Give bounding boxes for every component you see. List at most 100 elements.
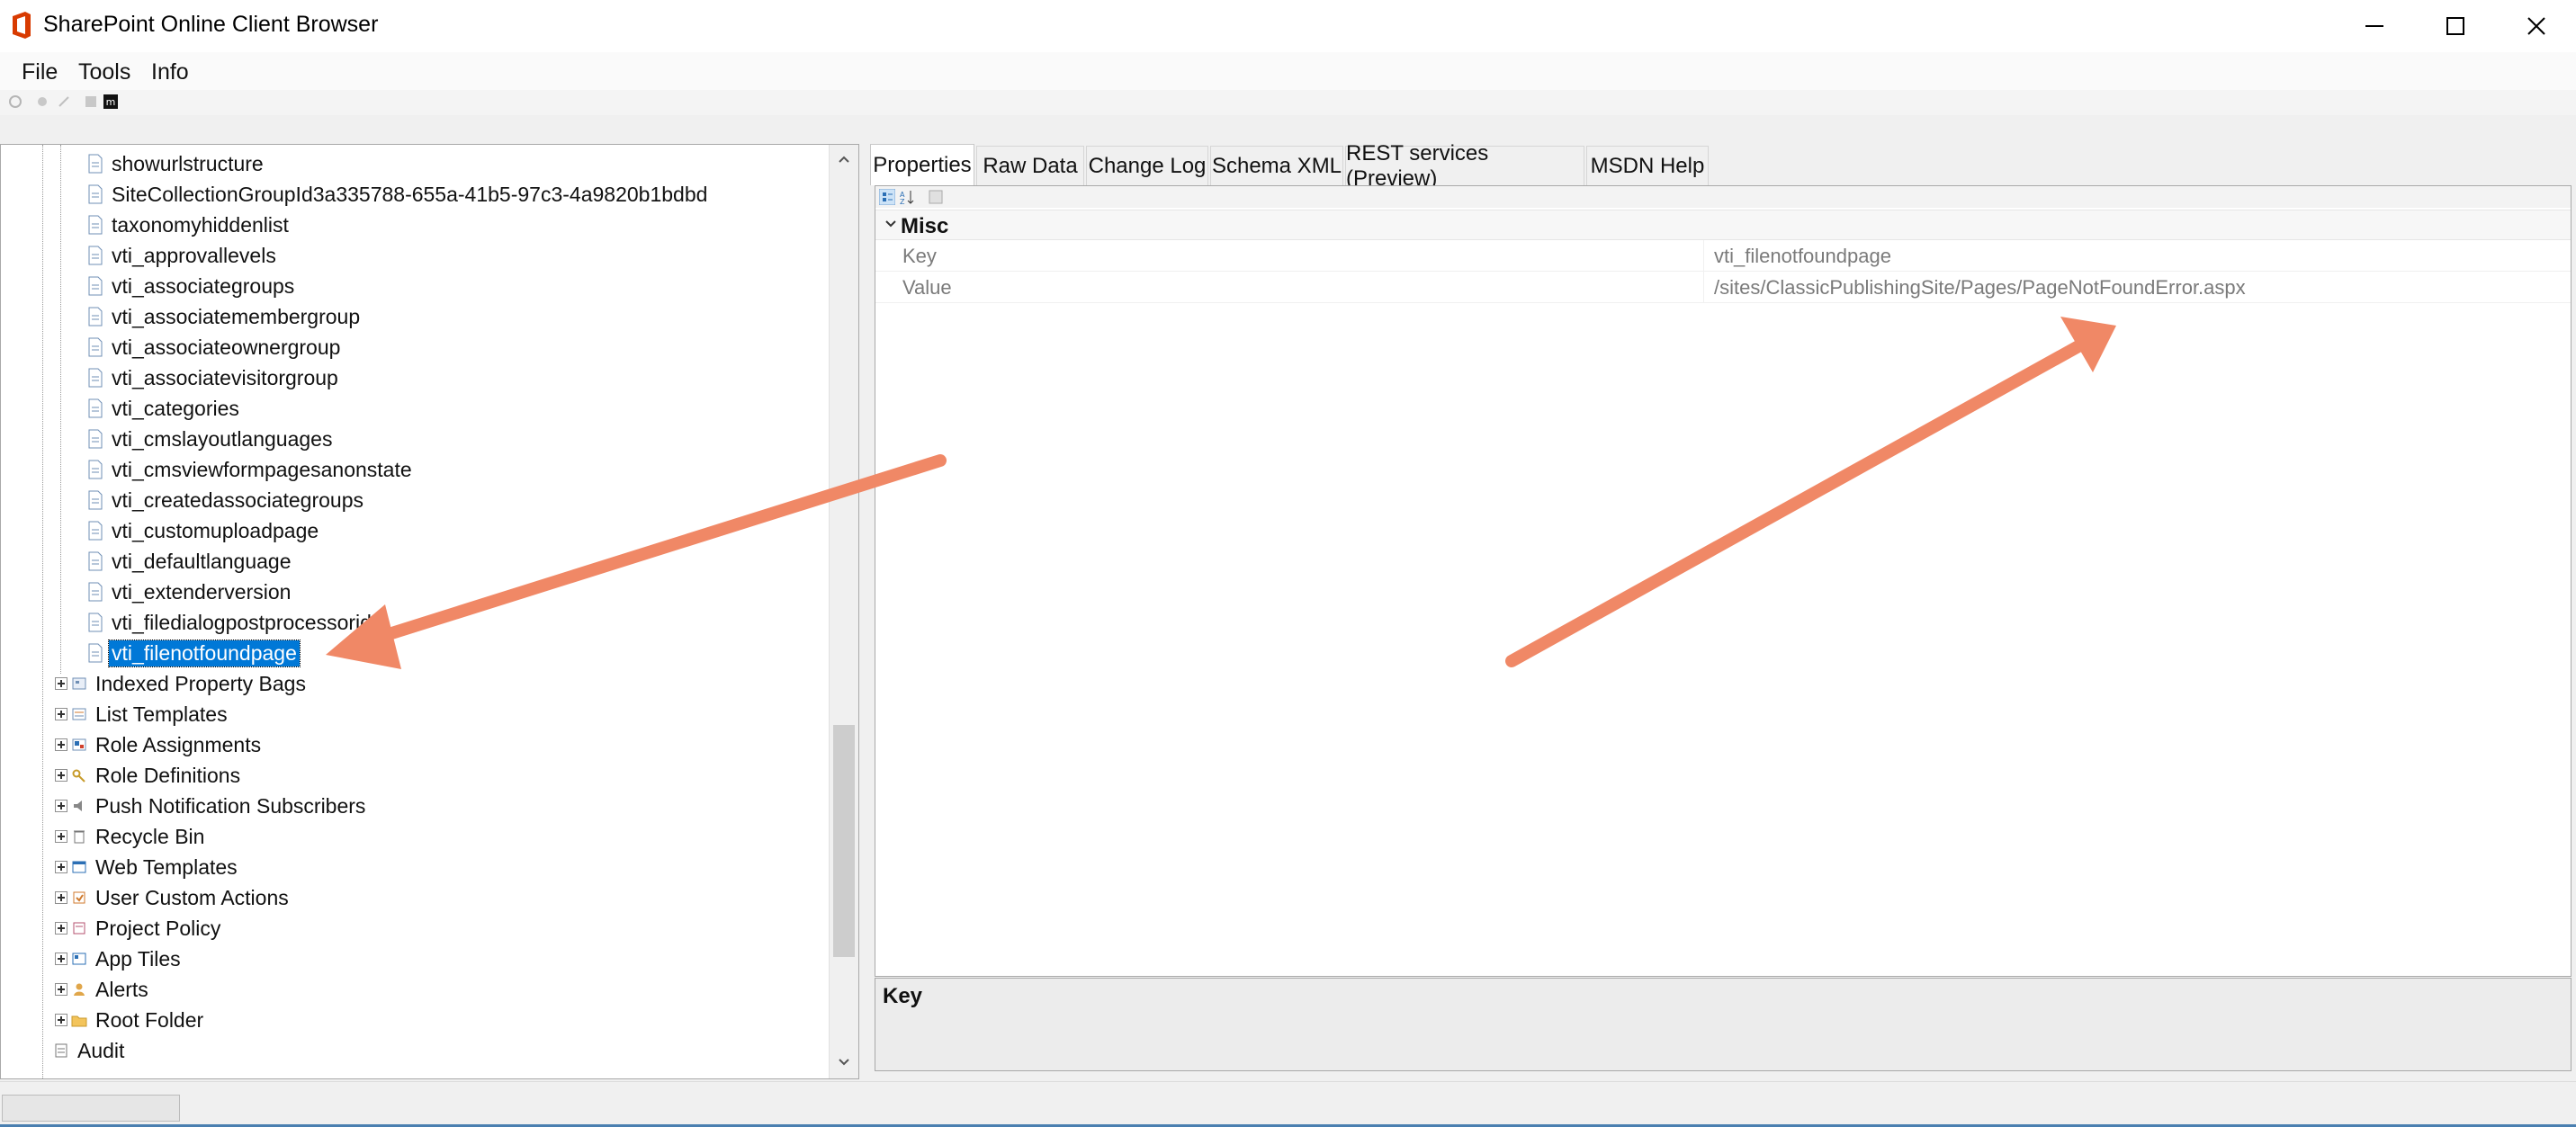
tree-node-push-notification-subscribers[interactable]: Push Notification Subscribers (55, 791, 368, 821)
tab-schema-xml[interactable]: Schema XML (1210, 146, 1343, 185)
tree-node-list-templates[interactable]: List Templates (55, 699, 230, 729)
tree-item-label: vti_cmslayoutlanguages (112, 426, 333, 451)
expand-icon[interactable] (55, 922, 67, 935)
toolbar: m (0, 90, 2576, 115)
office-logo-icon (13, 12, 31, 39)
expand-icon[interactable] (55, 861, 67, 873)
tree-node-alerts[interactable]: Alerts (55, 974, 151, 1005)
expand-icon[interactable] (55, 800, 67, 812)
link-icon[interactable] (56, 94, 72, 110)
tree-node-project-policy[interactable]: Project Policy (55, 913, 223, 944)
svg-text:m: m (106, 96, 116, 108)
tree-item[interactable]: vti_extenderversion (87, 577, 293, 607)
recycle-bin-icon (74, 830, 85, 844)
disconnect-icon[interactable] (34, 94, 50, 110)
key-icon (72, 769, 85, 783)
progress-bar (2, 1095, 180, 1122)
tree-item[interactable]: vti_associategroups (87, 271, 297, 301)
tab-properties[interactable]: Properties (870, 144, 974, 185)
tree-item-label: Indexed Property Bags (95, 671, 306, 695)
categorized-icon[interactable] (879, 189, 895, 205)
refresh-icon[interactable] (7, 94, 23, 110)
tree-item[interactable]: vti_associatemembergroup (87, 301, 363, 332)
tree-item[interactable]: vti_createdassociategroups (87, 485, 366, 515)
tree-item-label: vti_approvallevels (112, 243, 276, 267)
property-icon (88, 460, 103, 479)
tree-node-web-templates[interactable]: Web Templates (55, 852, 240, 882)
tree-item[interactable]: vti_cmsviewformpagesanonstate (87, 454, 415, 485)
property-row-value[interactable]: Value /sites/ClassicPublishingSite/Pages… (875, 272, 2571, 303)
scroll-up-icon[interactable] (837, 152, 851, 166)
tree-item[interactable]: SiteCollectionGroupId3a335788-655a-41b5-… (87, 179, 710, 210)
property-icon (88, 643, 103, 663)
tree-node-app-tiles[interactable]: App Tiles (55, 944, 184, 974)
tree-node-indexed-property-bags[interactable]: Indexed Property Bags (55, 668, 309, 699)
tab-raw-data[interactable]: Raw Data (976, 146, 1084, 185)
tree-item[interactable]: vti_cmslayoutlanguages (87, 424, 335, 454)
tree-item-selected[interactable]: vti_filenotfoundpage (87, 638, 301, 668)
tree-node-recycle-bin[interactable]: Recycle Bin (55, 821, 207, 852)
tree-item[interactable]: vti_defaultlanguage (87, 546, 294, 577)
tree-item-label: vti_filedialogpostprocessorid (112, 610, 372, 634)
tree-node-role-assignments[interactable]: Role Assignments (55, 729, 264, 760)
property-value[interactable]: /sites/ClassicPublishingSite/Pages/PageN… (1714, 276, 2246, 300)
property-row-key[interactable]: Key vti_filenotfoundpage (875, 240, 2571, 272)
tree-item-label: vti_categories (112, 396, 239, 420)
tree-view[interactable]: showurlstructure SiteCollectionGroupId3a… (0, 144, 859, 1079)
export-icon[interactable] (83, 94, 99, 110)
tree-node-root-folder[interactable]: Root Folder (55, 1005, 206, 1035)
tree-item[interactable]: taxonomyhiddenlist (87, 210, 292, 240)
expand-icon[interactable] (55, 953, 67, 965)
menu-tools[interactable]: Tools (78, 59, 130, 85)
tree-node-user-custom-actions[interactable]: User Custom Actions (55, 882, 292, 913)
tree-item[interactable]: vti_categories (87, 393, 242, 424)
tree-item[interactable]: vti_approvallevels (87, 240, 279, 271)
tree-item-label: Project Policy (95, 916, 221, 940)
tree-item[interactable]: showurlstructure (87, 148, 266, 179)
tree-node-role-definitions[interactable]: Role Definitions (55, 760, 243, 791)
tree-scrollbar[interactable] (829, 145, 858, 1078)
expand-icon[interactable] (55, 738, 67, 751)
scrollbar-thumb[interactable] (833, 725, 855, 957)
tree-item-label: vti_filenotfoundpage (108, 639, 301, 667)
expand-icon[interactable] (55, 891, 67, 904)
tree-item[interactable]: vti_associateownergroup (87, 332, 343, 362)
speaker-icon (74, 801, 82, 811)
menu-info[interactable]: Info (151, 59, 189, 85)
category-label: Misc (901, 214, 949, 238)
tab-change-log[interactable]: Change Log (1086, 146, 1208, 185)
tab-msdn-help[interactable]: MSDN Help (1586, 146, 1709, 185)
minimize-button[interactable] (2335, 0, 2414, 52)
property-icon (88, 398, 103, 418)
expand-icon[interactable] (55, 983, 67, 996)
expand-icon[interactable] (55, 830, 67, 843)
metadata-icon[interactable]: m (103, 94, 119, 110)
property-icon (88, 337, 103, 357)
audit-icon (55, 1043, 67, 1058)
collapse-chevron-icon[interactable] (884, 218, 897, 230)
tab-rest-services[interactable]: REST services (Preview) (1345, 141, 1584, 191)
expand-icon[interactable] (55, 677, 67, 690)
maximize-button[interactable] (2416, 0, 2495, 52)
property-pages-icon[interactable] (928, 189, 944, 205)
close-button[interactable] (2497, 0, 2576, 52)
tree-item[interactable]: vti_associatevisitorgroup (87, 362, 341, 393)
scroll-down-icon[interactable] (837, 1055, 851, 1069)
menu-file[interactable]: File (22, 59, 58, 85)
tree-guide-line (42, 145, 43, 1078)
expand-icon[interactable] (55, 769, 67, 782)
tree-item-label: vti_associategroups (112, 273, 295, 298)
property-name: Key (902, 245, 937, 267)
tree-item[interactable]: vti_customuploadpage (87, 515, 321, 546)
property-value[interactable]: vti_filenotfoundpage (1714, 245, 1891, 268)
title-bar: SharePoint Online Client Browser (0, 0, 2576, 52)
category-misc[interactable]: Misc (875, 210, 2571, 240)
expand-icon[interactable] (55, 1014, 67, 1026)
tree-item-label: User Custom Actions (95, 885, 289, 909)
expand-icon[interactable] (55, 708, 67, 720)
tree-node-audit[interactable]: Audit (53, 1035, 127, 1066)
tree-item-label: showurlstructure (112, 151, 264, 175)
tree-item[interactable]: vti_filedialogpostprocessorid (87, 607, 374, 638)
sort-alphabetical-icon[interactable]: AZ (899, 189, 915, 205)
property-icon (88, 613, 103, 632)
